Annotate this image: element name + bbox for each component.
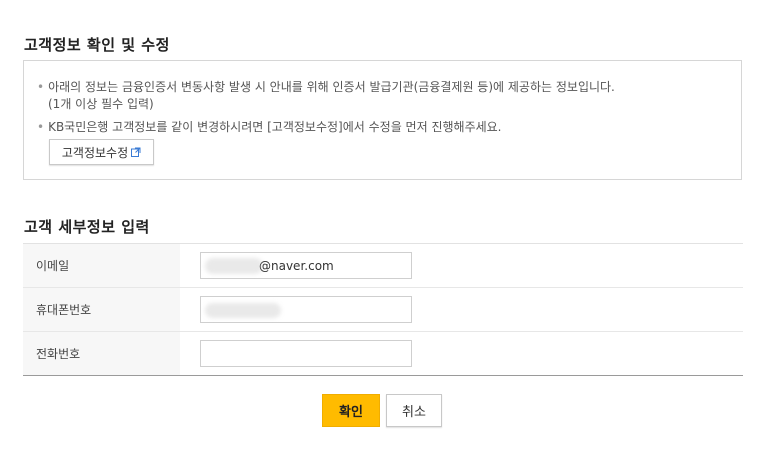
mobile-cell (180, 288, 743, 331)
form-row-email: 이메일 @naver.com (23, 244, 743, 288)
masked-text (205, 303, 281, 318)
bullet: • (37, 80, 45, 94)
edit-customer-info-button[interactable]: 고객정보수정 (49, 139, 154, 165)
confirm-button[interactable]: 확인 (322, 394, 380, 427)
edit-customer-info-label: 고객정보수정 (61, 145, 129, 160)
customer-detail-title: 고객 세부정보 입력 (24, 218, 150, 236)
external-link-icon (131, 147, 141, 157)
email-cell: @naver.com (180, 244, 743, 287)
customer-info-title: 고객정보 확인 및 수정 (24, 36, 170, 54)
form-row-phone: 전화번호 (23, 332, 743, 375)
mobile-field[interactable] (200, 296, 412, 323)
mobile-label: 휴대폰번호 (23, 288, 180, 331)
form-row-mobile: 휴대폰번호 (23, 288, 743, 332)
notice-line-1b: (1개 이상 필수 입력) (48, 97, 154, 111)
masked-text (205, 258, 263, 274)
email-field[interactable]: @naver.com (200, 252, 412, 279)
detail-form-table: 이메일 @naver.com 휴대폰번호 전화번호 (23, 243, 743, 376)
notice-line-1: • 아래의 정보는 금융인증서 변동사항 발생 시 안내를 위해 인증서 발급기관… (37, 78, 615, 95)
phone-label: 전화번호 (23, 332, 180, 375)
cancel-button[interactable]: 취소 (386, 394, 442, 427)
email-label: 이메일 (23, 244, 180, 287)
notice-text-1: 아래의 정보는 금융인증서 변동사항 발생 시 안내를 위해 인증서 발급기관(… (48, 80, 615, 94)
notice-box: • 아래의 정보는 금융인증서 변동사항 발생 시 안내를 위해 인증서 발급기관… (23, 60, 742, 180)
notice-text-2: KB국민은행 고객정보를 같이 변경하시려면 [고객정보수정]에서 수정을 먼저… (48, 120, 502, 134)
bullet: • (37, 120, 45, 134)
phone-field[interactable] (200, 340, 412, 367)
phone-cell (180, 332, 743, 375)
email-value: @naver.com (259, 259, 334, 273)
notice-line-2: • KB국민은행 고객정보를 같이 변경하시려면 [고객정보수정]에서 수정을 먼… (37, 118, 502, 135)
